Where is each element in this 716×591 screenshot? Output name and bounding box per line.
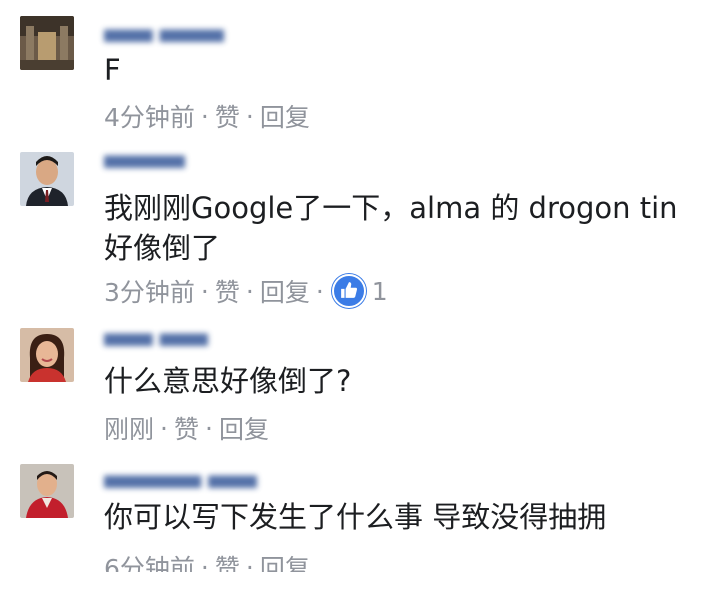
separator: ·	[200, 101, 209, 131]
separator: ·	[200, 276, 209, 306]
avatar[interactable]	[20, 328, 74, 382]
comment-thread: { "comments": [ { "name": "▆▆▆ ▆▆▆▆", "t…	[0, 0, 716, 591]
avatar[interactable]	[20, 152, 74, 206]
separator: ·	[315, 276, 324, 306]
like-button[interactable]: 赞	[215, 273, 240, 309]
avatar[interactable]	[20, 16, 74, 70]
separator: ·	[160, 413, 168, 443]
reply-button[interactable]: 回复	[260, 273, 310, 309]
comment-time[interactable]: 3分钟前	[104, 273, 195, 309]
comment-time[interactable]: 4分钟前	[104, 98, 195, 134]
reply-button[interactable]: 回复	[260, 98, 310, 134]
reaction-count[interactable]: 1	[372, 277, 388, 306]
commenter-name[interactable]: ▆▆▆▆▆	[104, 150, 185, 168]
avatar-image	[20, 152, 74, 206]
avatar-image	[20, 16, 74, 70]
like-button[interactable]: 赞	[215, 98, 240, 134]
comment-text: F	[104, 53, 121, 87]
separator: ·	[245, 101, 254, 131]
avatar-image	[20, 464, 74, 518]
thumbs-up-icon[interactable]	[331, 274, 366, 308]
comment-time[interactable]: 刚刚	[104, 410, 154, 446]
like-button[interactable]: 赞	[174, 410, 199, 446]
comment-text: 我刚刚Google了一下，alma 的 drogon tin 好像倒了	[104, 191, 678, 265]
comment-text: 你可以写下发生了什么事 导致没得抽拥	[104, 500, 607, 534]
separator: ·	[204, 413, 213, 443]
reply-button[interactable]: 回复	[219, 410, 269, 446]
comment-meta: 4分钟前 · 赞 · 回复	[104, 98, 310, 134]
separator: ·	[245, 276, 254, 306]
commenter-name[interactable]: ▆▆▆▆▆▆ ▆▆▆	[104, 470, 257, 488]
comment-meta: 3分钟前 · 赞 · 回复 · 1	[104, 273, 388, 309]
avatar-image	[20, 328, 74, 382]
commenter-name[interactable]: ▆▆▆ ▆▆▆▆	[104, 24, 224, 42]
comment-meta: 刚刚 · 赞 · 回复	[104, 410, 269, 446]
viewport-cutoff	[0, 572, 716, 591]
comment-text: 什么意思好像倒了?	[104, 364, 352, 398]
avatar[interactable]	[20, 464, 74, 518]
commenter-name[interactable]: ▆▆▆ ▆▆▆	[104, 328, 208, 346]
